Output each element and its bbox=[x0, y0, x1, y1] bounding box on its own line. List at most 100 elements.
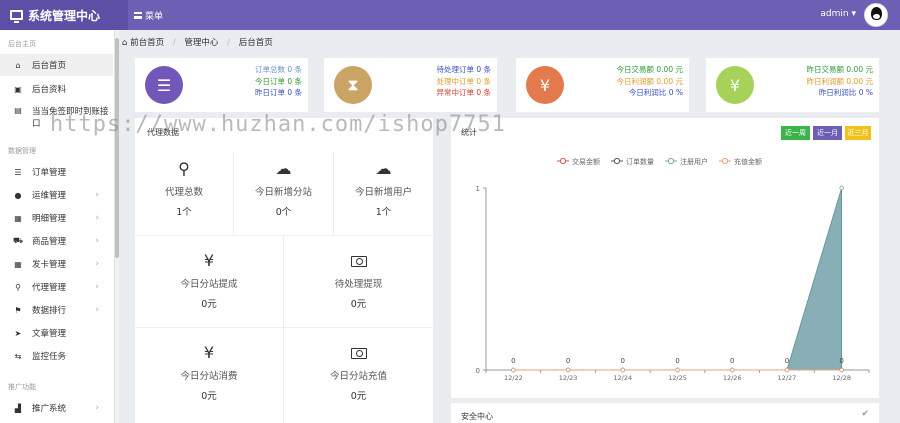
sidebar-item-monitor[interactable]: ⇆ 监控任务 bbox=[0, 345, 113, 367]
sidebar-item-label: 商品管理 bbox=[32, 237, 67, 247]
sidebar-item-details[interactable]: ▦ 明细管理 › bbox=[0, 207, 113, 229]
cell-value: 1个 bbox=[176, 207, 192, 218]
breadcrumb-link[interactable]: 前台首页 bbox=[130, 38, 164, 48]
legend-label: 充值金额 bbox=[734, 157, 762, 166]
y-tick-label: 0 bbox=[476, 367, 480, 375]
data-point bbox=[620, 367, 625, 373]
sidebar-item-label: 后台首页 bbox=[32, 61, 67, 71]
sidebar-item-label: 订单管理 bbox=[32, 168, 67, 178]
caret-down-icon: ▾ bbox=[851, 9, 856, 19]
retweet-icon: ⇆ bbox=[14, 351, 22, 361]
calendar-icon: ▦ bbox=[14, 213, 22, 223]
range-quarter-button[interactable]: 近三月 bbox=[845, 126, 871, 140]
sidebar-item-operations[interactable]: ● 运维管理 › bbox=[0, 184, 113, 206]
security-center-panel: 安全中心 ✔ bbox=[451, 403, 879, 423]
cell-value: 0元 bbox=[350, 391, 367, 402]
overview-cell: ¥ 今日分站消费 0元 bbox=[135, 328, 284, 423]
data-label: 0 bbox=[839, 357, 843, 365]
stat-label: 待处理订单 bbox=[436, 65, 474, 74]
data-point bbox=[784, 367, 790, 373]
cart-icon: ⛟ bbox=[12, 236, 24, 245]
send-icon: ➤ bbox=[14, 328, 22, 338]
stat-value: 0 条 bbox=[476, 88, 491, 97]
money-icon bbox=[350, 256, 367, 267]
agent-overview-panel: 代理数据 ⚲ 代理总数 1个 ☁ 今日新增分站 0个 ☁ 今日新增用户 1个 ¥… bbox=[135, 118, 433, 423]
brand[interactable]: 系统管理中心 bbox=[0, 0, 128, 30]
data-label: 0 bbox=[730, 357, 734, 365]
range-month-button[interactable]: 近一月 bbox=[813, 126, 842, 140]
sidebar-item-ranking[interactable]: ⚑ 数据排行 › bbox=[0, 299, 113, 321]
user-menu[interactable]: admin ▾ bbox=[820, 9, 856, 19]
sidebar-item-label: 文章管理 bbox=[32, 329, 67, 339]
comments-icon: ● bbox=[14, 190, 22, 200]
sidebar-item-promotion[interactable]: ▟ 推广系统 › bbox=[0, 397, 113, 419]
stat-card-pending: ⧗ 待处理订单 0 条 处理中订单 0 条 异常中订单 0 条 bbox=[324, 58, 497, 112]
scrollbar-thumb[interactable] bbox=[115, 38, 119, 258]
avatar[interactable] bbox=[864, 3, 888, 27]
list-icon: ☰ bbox=[14, 167, 22, 177]
sidebar-item-cards[interactable]: ▦ 发卡管理 › bbox=[0, 253, 113, 275]
legend-label: 订单数量 bbox=[626, 157, 654, 166]
list-icon: ☰ bbox=[145, 66, 183, 104]
cell-label: 今日新增用户 bbox=[354, 187, 412, 198]
stat-card-today: ¥ 今日交易额 0.00 元 今日利润额 0.00 元 今日利润比 0 % bbox=[516, 58, 689, 112]
overview-cell: ☁ 今日新增分站 0个 bbox=[234, 152, 334, 236]
sidebar-item-label: 监控任务 bbox=[32, 352, 67, 362]
sidebar-scrollbar[interactable] bbox=[115, 30, 119, 423]
sidebar-item-articles[interactable]: ➤ 文章管理 bbox=[0, 322, 113, 344]
stat-value: 0 条 bbox=[287, 65, 302, 74]
stat-card-yesterday: ¥ 昨日交易额 0.00 元 昨日利润额 0.00 元 昨日利润比 0 % bbox=[706, 58, 879, 112]
data-label: 0 bbox=[785, 357, 789, 365]
user-name: admin bbox=[820, 9, 849, 19]
sidebar-item-label: 推广系统 bbox=[32, 404, 67, 414]
legend-marker bbox=[559, 157, 567, 165]
home-icon: ⌂ bbox=[122, 38, 128, 48]
series-area bbox=[513, 187, 843, 371]
x-tick-label: 12/23 bbox=[559, 374, 578, 382]
sidebar-item-products[interactable]: ⛟ 商品管理 › bbox=[0, 230, 113, 252]
sidebar-section-data: 数据管理 bbox=[8, 147, 36, 155]
sidebar-item-label: 发卡管理 bbox=[32, 260, 67, 270]
check-icon[interactable]: ✔ bbox=[861, 409, 869, 419]
cell-label: 今日分站充值 bbox=[329, 371, 387, 382]
sitemap-icon: ⚲ bbox=[178, 159, 190, 178]
stat-label: 今日利润比 bbox=[628, 88, 667, 97]
money-icon bbox=[350, 348, 367, 359]
sidebar-item-agents[interactable]: ⚲ 代理管理 › bbox=[0, 276, 113, 298]
x-tick-label: 12/24 bbox=[613, 374, 632, 382]
stat-label: 昨日利润比 bbox=[818, 88, 857, 97]
x-tick-label: 12/25 bbox=[668, 374, 687, 382]
stat-value: 0 % bbox=[858, 88, 873, 97]
yen-icon: ¥ bbox=[203, 251, 215, 270]
data-label: 0 bbox=[511, 357, 515, 365]
stat-card-orders: ☰ 订单总数 0 条 今日订单 0 条 昨日订单 0 条 bbox=[135, 58, 308, 112]
sidebar-item-label: 后台资料 bbox=[32, 85, 67, 95]
menu-toggle-button[interactable]: 菜单 bbox=[134, 9, 163, 22]
data-label: 0 bbox=[621, 357, 625, 365]
breadcrumb-link[interactable]: 管理中心 bbox=[184, 38, 218, 48]
chevron-right-icon: › bbox=[95, 213, 99, 223]
sidebar-item-home[interactable]: ⌂ 后台首页 bbox=[0, 54, 113, 76]
yen-icon: ¥ bbox=[716, 66, 754, 104]
cell-label: 代理总数 bbox=[164, 187, 203, 198]
sidebar-item-profile[interactable]: ▣ 后台资料 bbox=[0, 78, 113, 100]
stat-label: 今日利润额 bbox=[616, 76, 655, 86]
stat-label: 昨日交易额 bbox=[806, 65, 845, 74]
range-week-button[interactable]: 近一周 bbox=[781, 126, 810, 140]
data-point bbox=[839, 185, 844, 191]
legend-label: 注册用户 bbox=[680, 157, 708, 166]
watermark: https://www.huzhan.com/ishop7751 bbox=[50, 112, 506, 137]
stat-value: 0.00 元 bbox=[656, 76, 683, 86]
sidebar-section-main: 后台主页 bbox=[8, 40, 36, 48]
overview-cell: ¥ 今日分站提成 0元 bbox=[135, 236, 284, 328]
sidebar-item-label: 明细管理 bbox=[32, 214, 67, 224]
legend-marker bbox=[667, 157, 675, 165]
sidebar-item-orders[interactable]: ☰ 订单管理 bbox=[0, 161, 113, 183]
x-tick-label: 12/22 bbox=[504, 374, 523, 382]
stat-label: 今日交易额 bbox=[616, 65, 655, 74]
cell-value: 1个 bbox=[375, 207, 392, 218]
x-tick-label: 12/27 bbox=[778, 374, 797, 382]
sidebar-item-label: 数据排行 bbox=[32, 306, 67, 316]
breadcrumb: ⌂ 前台首页 / 管理中心 / 后台首页 bbox=[122, 38, 273, 48]
brand-title: 系统管理中心 bbox=[28, 8, 101, 23]
